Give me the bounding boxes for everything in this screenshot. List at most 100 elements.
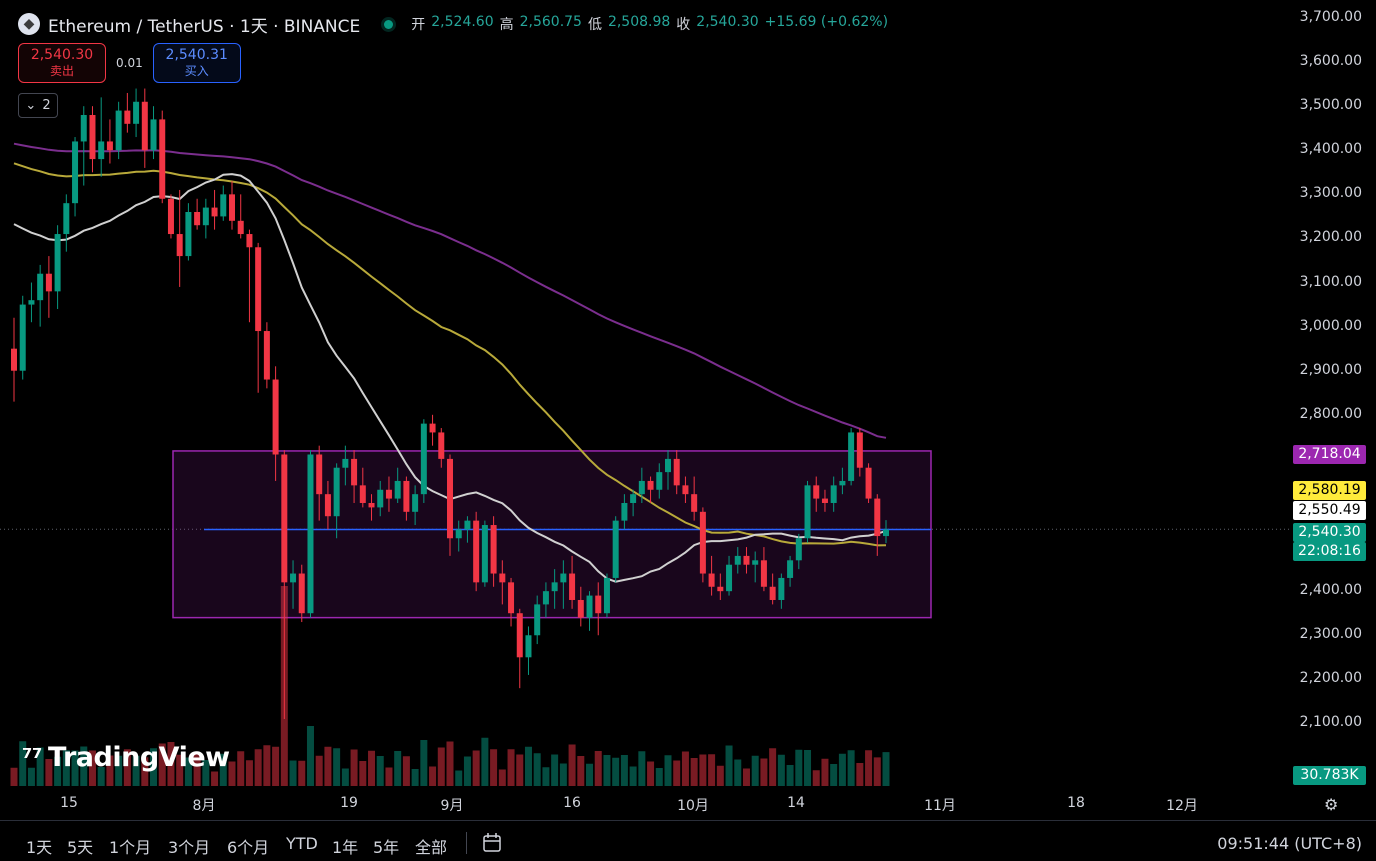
price-axis-tick: 3,400.00 (1299, 141, 1362, 158)
price-axis-tick: 2,300.00 (1299, 626, 1362, 643)
range-button[interactable]: 1天 (26, 834, 52, 858)
volume-bar (437, 747, 445, 786)
candle-body (856, 432, 863, 468)
volume-bar (516, 754, 524, 786)
range-button[interactable]: 3个月 (168, 834, 210, 858)
volume-bar (760, 758, 768, 786)
volume-bar (830, 764, 838, 786)
candle-body (237, 220, 244, 235)
sell-button[interactable]: 2,540.30 卖出 (18, 43, 106, 83)
candle-body (72, 141, 79, 204)
settings-gear-icon[interactable]: ⚙ (1324, 795, 1338, 814)
range-button[interactable]: 1年 (332, 834, 358, 858)
volume-bar (272, 746, 280, 786)
candle-body (133, 101, 140, 124)
time-axis-label: 12月 (1166, 798, 1198, 814)
candle-body (760, 560, 767, 587)
candlestick-chart[interactable] (0, 0, 1376, 820)
candle-body (551, 582, 558, 592)
price-axis-tick: 3,100.00 (1299, 273, 1362, 290)
candle-body (883, 529, 889, 537)
volume-bar (690, 758, 698, 786)
candle-body (150, 119, 157, 151)
symbol-title[interactable]: Ethereum / TetherUS · 1天 · BINANCE (48, 12, 360, 37)
volume-bar (856, 763, 864, 786)
candle-body (45, 273, 52, 292)
candle-body (167, 198, 174, 235)
candle-body (342, 458, 349, 468)
candle-body (333, 467, 340, 517)
range-button[interactable]: 1个月 (109, 834, 151, 858)
volume-bar (341, 768, 349, 786)
candle-body (447, 458, 453, 539)
candle-body (19, 304, 26, 371)
candle-body (612, 520, 619, 578)
candle-body (185, 211, 192, 257)
volume-bar (368, 750, 376, 786)
volume-bar (586, 763, 594, 786)
candle-body (839, 480, 846, 486)
clock-timezone[interactable]: 09:51:44 (UTC+8) (1217, 834, 1362, 853)
candle-body (368, 502, 375, 508)
volume-bar (812, 770, 820, 786)
ma-slow-line (13, 142, 887, 439)
volume-bar (795, 749, 803, 786)
buy-price: 2,540.31 (165, 47, 228, 63)
low-value: 2,508.98 (607, 14, 671, 30)
price-tag: 2,718.04 (1293, 445, 1366, 464)
range-button[interactable]: YTD (286, 834, 318, 853)
volume-bar (603, 755, 611, 786)
volume-bar (664, 755, 672, 786)
candle-body (804, 485, 811, 539)
volume-bar (873, 757, 881, 786)
candle-body (717, 586, 724, 592)
candle-body (98, 141, 105, 160)
range-button[interactable]: 全部 (415, 834, 447, 858)
high-label: 高 (499, 17, 514, 33)
volume-bar (289, 760, 297, 786)
candle-body (769, 586, 776, 600)
volume-bar (263, 745, 271, 786)
volume-bar (245, 760, 253, 786)
candle-body (682, 485, 689, 495)
buy-button[interactable]: 2,540.31 买入 (152, 43, 241, 83)
volume-bar (498, 769, 506, 786)
volume-bar (821, 758, 829, 786)
volume-bar (394, 751, 402, 786)
market-status-icon (384, 19, 394, 29)
candle-body (481, 525, 488, 583)
volume-bar (376, 756, 384, 786)
candle-body (516, 613, 523, 658)
candle-body (647, 480, 654, 490)
price-axis-tick: 3,700.00 (1299, 9, 1362, 25)
candle-body (220, 194, 227, 217)
price-axis-tick: 2,800.00 (1299, 405, 1362, 422)
candle-body (255, 247, 262, 332)
volume-bar (429, 766, 437, 786)
range-button[interactable]: 5天 (67, 834, 93, 858)
price-tag: 22:08:16 (1293, 542, 1366, 561)
candle-body (351, 458, 358, 486)
volume-bar (350, 749, 358, 786)
candle-body (813, 485, 820, 499)
date-range-icon[interactable] (482, 832, 504, 854)
indicators-toggle-button[interactable]: ⌄ 2 (18, 93, 58, 118)
candle-body (752, 560, 759, 565)
volume-bar (568, 744, 576, 786)
volume-bar (751, 755, 759, 786)
volume-bar (359, 761, 367, 786)
volume-bar (254, 749, 262, 786)
candle-body (176, 234, 183, 257)
candle-body (874, 498, 881, 537)
volume-bar (551, 754, 559, 786)
volume-bar (490, 749, 498, 786)
range-button[interactable]: 5年 (373, 834, 399, 858)
range-button[interactable]: 6个月 (227, 834, 269, 858)
volume-bar (777, 754, 785, 786)
volume-bar (804, 750, 812, 786)
time-axis-label: 18 (1067, 795, 1085, 811)
candle-body (534, 604, 541, 636)
candle-body (630, 494, 637, 503)
candle-body (577, 599, 584, 618)
price-tag: 30.783K (1293, 766, 1366, 785)
